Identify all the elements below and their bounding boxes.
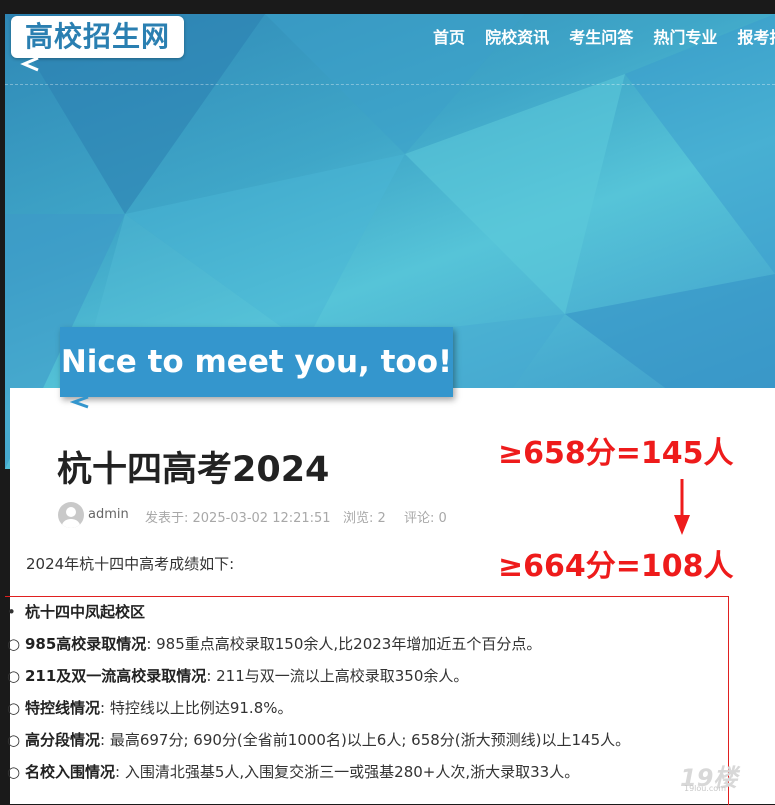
list-item-label: 985高校录取情况 (25, 635, 147, 653)
view-count: 浏览: 2 (343, 511, 386, 526)
site-logo[interactable]: 高校招生网 (11, 16, 184, 58)
list-item: ○ 211及双一流高校录取情况: 211与双一流以上高校录取350余人。 (7, 665, 468, 686)
list-item-label: 211及双一流高校录取情况 (25, 667, 207, 685)
list-bullet: ○ (7, 699, 21, 717)
banner-chevron-icon (70, 395, 89, 409)
site-logo-text: 高校招生网 (24, 20, 170, 53)
list-item: ○ 特控线情况: 特控线以上比例达91.8%。 (7, 697, 293, 718)
list-item-label: 高分段情况 (25, 731, 101, 749)
list-bullet: • (7, 603, 16, 621)
annotation-score-658: ≥658分=145人 (498, 436, 734, 471)
nav-item-majors[interactable]: 热门专业 (653, 28, 717, 47)
list-item: ○ 名校入围情况: 入围清北强基5人,入围复交浙三一或强基280+人次,浙大录取3… (7, 761, 579, 782)
watermark-subtext: 19lou.com (684, 784, 726, 793)
list-item: • 杭十四中凤起校区 (7, 601, 145, 622)
list-item: ○ 985高校录取情况: 985重点高校录取150余人,比2023年增加近五个百分… (7, 633, 541, 654)
greeting-banner: Nice to meet you, too! (60, 327, 453, 397)
list-bullet: ○ (7, 763, 21, 781)
list-item-text: : 最高697分; 690分(全省前1000名)以上6人; 658分(浙大预测线… (100, 731, 631, 749)
window-frame-left (0, 14, 5, 804)
comment-count: 评论: 0 (404, 511, 447, 526)
list-item-text: : 特控线以上比例达91.8%。 (100, 699, 293, 717)
nav-item-news[interactable]: 院校资讯 (485, 28, 549, 47)
window-frame (0, 0, 775, 14)
list-item-label: 特控线情况 (25, 699, 101, 717)
main-nav: 首页 院校资讯 考生问答 热门专业 报考指南 (433, 24, 775, 48)
author-avatar-icon (58, 502, 84, 528)
greeting-banner-text: Nice to meet you, too! (60, 344, 453, 380)
nav-item-home[interactable]: 首页 (433, 28, 465, 47)
list-bullet: ○ (7, 731, 21, 749)
publish-time: 发表于: 2025-03-02 12:21:51 (145, 511, 331, 526)
list-bullet: ○ (7, 635, 21, 653)
author-name[interactable]: admin (88, 507, 129, 522)
article-intro: 2024年杭十四中高考成绩如下: (26, 555, 235, 573)
list-item-text: : 985重点高校录取150余人,比2023年增加近五个百分点。 (146, 635, 542, 653)
nav-divider (5, 84, 775, 86)
list-item-text: : 入围清北强基5人,入围复交浙三一或强基280+人次,浙大录取33人。 (115, 763, 580, 781)
annotation-score-664: ≥664分=108人 (498, 549, 734, 584)
watermark-logo: 19楼 19lou.com (680, 758, 760, 793)
nav-item-guide[interactable]: 报考指南 (737, 28, 775, 47)
list-bullet: ○ (7, 667, 21, 685)
list-item: ○ 高分段情况: 最高697分; 690分(全省前1000名)以上6人; 658分… (7, 729, 630, 750)
list-item-label: 杭十四中凤起校区 (25, 603, 146, 621)
list-item-label: 名校入围情况 (25, 763, 116, 781)
list-item-text: : 211与双一流以上高校录取350余人。 (206, 667, 469, 685)
article-title: 杭十四高考2024 (57, 450, 330, 490)
nav-item-qa[interactable]: 考生问答 (569, 28, 633, 47)
logo-chevron-icon (20, 56, 39, 72)
down-arrow-icon (674, 479, 690, 535)
